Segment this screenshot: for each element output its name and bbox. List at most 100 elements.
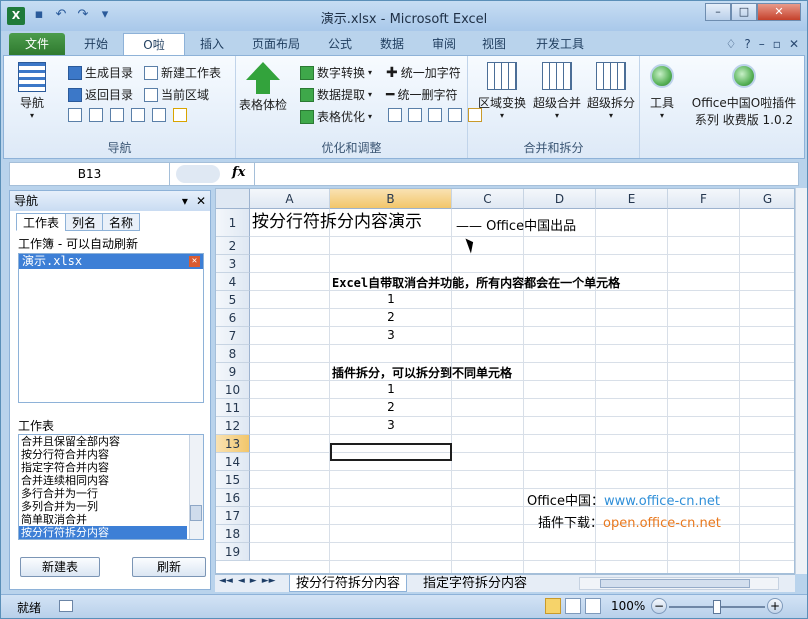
formula-input[interactable] — [254, 163, 798, 185]
pane-options-icon[interactable]: ▾ — [182, 191, 188, 211]
row-header[interactable]: 10 — [216, 381, 250, 399]
name-box[interactable]: B13 — [10, 163, 170, 185]
row-header[interactable]: 1 — [216, 209, 250, 237]
select-all-corner[interactable] — [216, 189, 250, 209]
doc-close-icon[interactable]: ✕ — [789, 37, 799, 51]
list-item[interactable]: 指定字符合并内容 — [19, 461, 187, 474]
row-header[interactable]: 19 — [216, 543, 250, 561]
workbook-item[interactable]: 演示.xlsx ✕ — [19, 254, 203, 269]
eraser-icon[interactable] — [388, 108, 402, 122]
normal-view-icon[interactable] — [545, 598, 561, 614]
zoom-in-button[interactable]: + — [767, 598, 783, 614]
super-split-button[interactable]: 超级拆分 ▾ — [584, 62, 638, 120]
tools-button[interactable]: 工具 ▾ — [644, 64, 680, 120]
help-icon[interactable]: ? — [744, 37, 750, 51]
horizontal-scroll-thumb[interactable] — [600, 579, 750, 588]
table-optimize-button[interactable]: 表格优化 ▾ — [300, 108, 372, 125]
pane-close-icon[interactable]: ✕ — [196, 191, 206, 211]
row-header[interactable]: 9 — [216, 363, 250, 381]
new-sheet-button[interactable]: 新建工作表 — [144, 64, 221, 81]
list-item[interactable]: 简单取消合并 — [19, 513, 187, 526]
next-sheet-icon[interactable]: ► — [250, 576, 257, 586]
formula-collapse-toggle[interactable] — [176, 165, 220, 183]
last-sheet-icon[interactable]: ►► — [262, 576, 276, 586]
sheet-list-scrollbar[interactable] — [189, 435, 203, 539]
row-header[interactable]: 6 — [216, 309, 250, 327]
column-header-d[interactable]: D — [524, 189, 596, 209]
sheet-tab-split-by-char[interactable]: 指定字符拆分内容 — [417, 575, 533, 592]
zoom-out-button[interactable]: − — [651, 598, 667, 614]
list-item[interactable]: 多行合并为一行 — [19, 487, 187, 500]
row-header[interactable]: 12 — [216, 417, 250, 435]
tab-developer[interactable]: 开发工具 — [527, 33, 593, 55]
draw-border-icon[interactable] — [173, 108, 187, 122]
column-header-g[interactable]: G — [740, 189, 794, 209]
worksheet-grid[interactable]: A B C D E F G 1 2 3 4 5 6 7 8 9 10 11 12 13 14 15 16 17 1… — [215, 188, 795, 574]
number-convert-button[interactable]: 数字转换 ▾ — [300, 64, 372, 81]
region-transform-button[interactable]: 区域变换 ▾ — [474, 62, 530, 120]
nav-tab-sheets[interactable]: 工作表 — [16, 213, 67, 231]
list-item[interactable]: 合并连续相同内容 — [19, 474, 187, 487]
row-header[interactable]: 17 — [216, 507, 250, 525]
tab-review[interactable]: 审阅 — [421, 33, 467, 55]
row-header[interactable]: 11 — [216, 399, 250, 417]
border-all-icon[interactable] — [89, 108, 103, 122]
zoom-slider-thumb[interactable] — [713, 600, 721, 614]
column-header-c[interactable]: C — [452, 189, 524, 209]
no-fill-icon[interactable] — [408, 108, 422, 122]
tab-insert[interactable]: 插入 — [189, 33, 235, 55]
new-sheet-pane-button[interactable]: 新建表 — [20, 557, 100, 577]
row-header[interactable]: 18 — [216, 525, 250, 543]
workbook-close-icon[interactable]: ✕ — [189, 256, 200, 267]
first-sheet-icon[interactable]: ◄◄ — [219, 576, 233, 586]
close-button[interactable]: ✕ — [757, 3, 801, 21]
column-header-b[interactable]: B — [330, 189, 452, 209]
selected-cell-b13[interactable] — [330, 443, 452, 461]
nav-button[interactable]: 导航 ▾ — [12, 62, 52, 120]
row-header[interactable]: 16 — [216, 489, 250, 507]
plugin-download-link[interactable]: open.office-cn.net — [603, 516, 721, 531]
tab-formulas[interactable]: 公式 — [317, 33, 363, 55]
row-header[interactable]: 4 — [216, 273, 250, 291]
insert-function-icon[interactable]: fx — [232, 165, 245, 180]
column-header-f[interactable]: F — [668, 189, 740, 209]
list-item-selected[interactable]: 按分行符拆分内容 — [19, 526, 187, 539]
border-right-icon[interactable] — [152, 108, 166, 122]
tab-home[interactable]: 开始 — [73, 33, 119, 55]
add-char-button[interactable]: ✚ 统一加字符 — [386, 64, 461, 81]
ribbon-collapse-icon[interactable]: ♢ — [726, 37, 737, 51]
column-header-a[interactable]: A — [250, 189, 330, 209]
table-check-button[interactable]: 表格体检 — [238, 62, 288, 113]
zoom-level[interactable]: 100% — [611, 599, 645, 613]
list-item[interactable]: 按分行符合并内容 — [19, 448, 187, 461]
back-to-toc-button[interactable]: 返回目录 — [68, 86, 133, 103]
tab-data[interactable]: 数据 — [369, 33, 415, 55]
row-header[interactable]: 15 — [216, 471, 250, 489]
maximize-button[interactable]: □ — [731, 3, 757, 21]
tab-page-layout[interactable]: 页面布局 — [245, 33, 307, 55]
prev-sheet-icon[interactable]: ◄ — [238, 576, 245, 586]
sheet-list-scroll-thumb[interactable] — [190, 505, 202, 521]
tab-file[interactable]: 文件 — [9, 33, 65, 55]
generate-toc-button[interactable]: 生成目录 — [68, 64, 133, 81]
plugin-info-button[interactable]: Office中国O啦插件 系列 收费版 1.0.2 — [684, 64, 804, 128]
super-merge-button[interactable]: 超级合并 ▾ — [530, 62, 584, 120]
picture-icon[interactable] — [428, 108, 442, 122]
refresh-button[interactable]: 刷新 — [132, 557, 206, 577]
column-header-e[interactable]: E — [596, 189, 668, 209]
border-top-icon[interactable] — [68, 108, 82, 122]
doc-restore-icon[interactable]: ▫ — [773, 37, 781, 51]
data-extract-button[interactable]: 数据提取 ▾ — [300, 86, 372, 103]
border-bottom-icon[interactable] — [131, 108, 145, 122]
row-header[interactable]: 2 — [216, 237, 250, 255]
nav-tab-names[interactable]: 名称 — [102, 213, 141, 231]
resize-icon[interactable] — [448, 108, 462, 122]
row-header[interactable]: 7 — [216, 327, 250, 345]
row-header[interactable]: 8 — [216, 345, 250, 363]
minimize-button[interactable]: – — [705, 3, 731, 21]
page-layout-view-icon[interactable] — [565, 598, 581, 614]
macro-record-icon[interactable] — [59, 600, 73, 612]
border-left-icon[interactable] — [110, 108, 124, 122]
row-header[interactable]: 5 — [216, 291, 250, 309]
row-header[interactable]: 3 — [216, 255, 250, 273]
